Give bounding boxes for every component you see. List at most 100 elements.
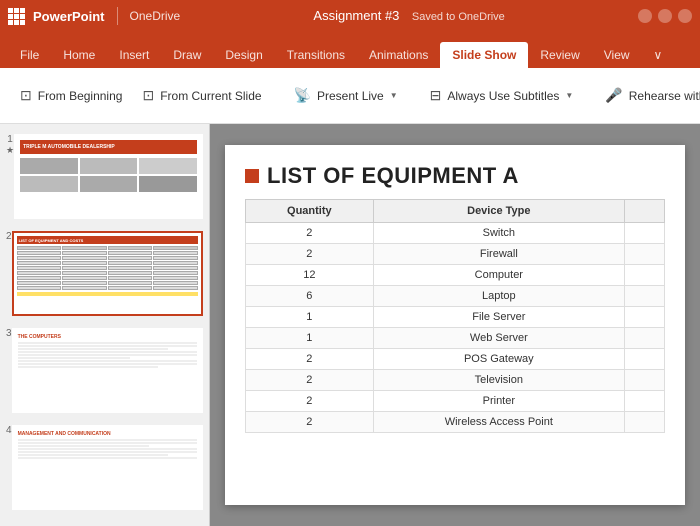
tab-insert[interactable]: Insert xyxy=(107,42,161,68)
tab-view[interactable]: View xyxy=(592,42,642,68)
slide-thumb-4[interactable]: 4 MANAGEMENT AND COMMUNICATION xyxy=(4,423,205,512)
table-row: 1 File Server xyxy=(246,307,665,328)
content-area: LIST OF EQUIPMENT A Quantity Device Type… xyxy=(210,124,700,526)
maximize-button[interactable] xyxy=(658,9,672,23)
s3-line-3 xyxy=(18,348,168,350)
always-subtitles-icon: ⊟ xyxy=(430,87,442,104)
s1-grid xyxy=(16,156,201,194)
tab-animations[interactable]: Animations xyxy=(357,42,440,68)
minimize-button[interactable] xyxy=(638,9,652,23)
slide-star-1: ★ xyxy=(6,145,14,156)
slide-thumb-2[interactable]: 2 LIST OF EQUIPMENT AND COSTS xyxy=(4,229,205,318)
always-subtitles-dropdown: ▼ xyxy=(565,91,573,100)
from-beginning-icon: ⊡ xyxy=(20,87,32,104)
from-beginning-label: From Beginning xyxy=(38,89,123,103)
present-live-label: Present Live xyxy=(317,89,384,103)
cell-device: Firewall xyxy=(373,244,624,265)
cell-extra xyxy=(625,307,665,328)
tab-slideshow[interactable]: Slide Show xyxy=(440,42,528,68)
from-current-button[interactable]: ⊡ From Current Slide xyxy=(134,83,269,108)
equipment-table: Quantity Device Type 2 Switch 2 Firewall… xyxy=(245,199,665,433)
main-area: 1 ★ TRIPLE M AUTOMOBILE DEALERSHIP xyxy=(0,124,700,526)
slide-title-square xyxy=(245,169,259,183)
cell-qty: 6 xyxy=(246,286,374,307)
slide-image-2[interactable]: LIST OF EQUIPMENT AND COSTS xyxy=(12,231,203,316)
s3-line-8 xyxy=(18,363,197,365)
table-row: 2 Wireless Access Point xyxy=(246,412,665,433)
s2-header: LIST OF EQUIPMENT AND COSTS xyxy=(17,236,198,244)
present-live-dropdown: ▼ xyxy=(390,91,398,100)
slide-title-row: LIST OF EQUIPMENT A xyxy=(225,145,685,199)
slide-num-1: 1 xyxy=(7,134,13,145)
cell-qty: 2 xyxy=(246,391,374,412)
cell-device: Web Server xyxy=(373,328,624,349)
cell-extra xyxy=(625,349,665,370)
s3-line-6 xyxy=(18,357,130,359)
table-row: 2 Firewall xyxy=(246,244,665,265)
doc-title: Assignment #3 xyxy=(313,8,399,23)
cell-extra xyxy=(625,265,665,286)
cell-qty: 2 xyxy=(246,223,374,244)
table-row: 12 Computer xyxy=(246,265,665,286)
cell-qty: 1 xyxy=(246,328,374,349)
s2-table xyxy=(17,246,198,290)
cell-device: Printer xyxy=(373,391,624,412)
title-bar-divider xyxy=(117,7,118,25)
cell-device: Television xyxy=(373,370,624,391)
save-status: Saved to OneDrive xyxy=(412,11,505,23)
tab-file[interactable]: File xyxy=(8,42,51,68)
cell-device: Wireless Access Point xyxy=(373,412,624,433)
tab-more[interactable]: ∨ xyxy=(642,42,675,68)
cell-qty: 2 xyxy=(246,244,374,265)
cell-device: POS Gateway xyxy=(373,349,624,370)
tab-review[interactable]: Review xyxy=(528,42,591,68)
present-live-button[interactable]: 📡 Present Live ▼ xyxy=(286,83,406,108)
slide-num-col-1: 1 ★ xyxy=(6,134,14,156)
cell-qty: 1 xyxy=(246,307,374,328)
s4-line-6 xyxy=(18,454,168,456)
cell-qty: 2 xyxy=(246,412,374,433)
close-button[interactable] xyxy=(678,9,692,23)
cell-extra xyxy=(625,370,665,391)
s3-line-4 xyxy=(18,351,197,353)
tab-design[interactable]: Design xyxy=(213,42,274,68)
s3-line-9 xyxy=(18,366,159,368)
slide-image-1[interactable]: TRIPLE M AUTOMOBILE DEALERSHIP xyxy=(14,134,203,219)
title-bar-left: PowerPoint OneDrive xyxy=(8,7,180,25)
rehearse-coach-button[interactable]: 🎤 Rehearse with Coach xyxy=(597,83,700,108)
slide-view: LIST OF EQUIPMENT A Quantity Device Type… xyxy=(225,145,685,505)
from-beginning-button[interactable]: ⊡ From Beginning xyxy=(12,83,130,108)
table-row: 2 Switch xyxy=(246,223,665,244)
s3-line-2 xyxy=(18,345,197,347)
col-header-extra xyxy=(625,200,665,223)
always-subtitles-button[interactable]: ⊟ Always Use Subtitles ▼ xyxy=(422,83,582,108)
slide-panel[interactable]: 1 ★ TRIPLE M AUTOMOBILE DEALERSHIP xyxy=(0,124,210,526)
title-bar-right xyxy=(638,9,692,23)
tab-transitions[interactable]: Transitions xyxy=(275,42,357,68)
s3-title: THE COMPUTERS xyxy=(18,334,197,340)
slide-image-4[interactable]: MANAGEMENT AND COMMUNICATION xyxy=(12,425,203,510)
cell-device: Laptop xyxy=(373,286,624,307)
rehearse-coach-label: Rehearse with Coach xyxy=(629,89,700,103)
app-grid-icon[interactable] xyxy=(8,8,25,25)
cell-qty: 12 xyxy=(246,265,374,286)
table-row: 2 Television xyxy=(246,370,665,391)
s2-highlight xyxy=(17,292,198,296)
col-header-quantity: Quantity xyxy=(246,200,374,223)
slide-thumb-1[interactable]: 1 ★ TRIPLE M AUTOMOBILE DEALERSHIP xyxy=(4,132,205,221)
slide-title: LIST OF EQUIPMENT A xyxy=(267,163,519,189)
s2-title-text: LIST OF EQUIPMENT AND COSTS xyxy=(19,238,84,243)
tab-draw[interactable]: Draw xyxy=(161,42,213,68)
ribbon-tabs: File Home Insert Draw Design Transitions… xyxy=(0,32,700,68)
app-name: PowerPoint xyxy=(33,9,105,24)
cell-extra xyxy=(625,223,665,244)
cell-device: File Server xyxy=(373,307,624,328)
cell-qty: 2 xyxy=(246,349,374,370)
cell-extra xyxy=(625,391,665,412)
tab-home[interactable]: Home xyxy=(51,42,107,68)
slide-thumb-3[interactable]: 3 THE COMPUTERS xyxy=(4,326,205,415)
slide-image-3[interactable]: THE COMPUTERS xyxy=(12,328,203,413)
col-header-device: Device Type xyxy=(373,200,624,223)
s4-line-4 xyxy=(18,448,197,450)
s3-line-1 xyxy=(18,342,197,344)
